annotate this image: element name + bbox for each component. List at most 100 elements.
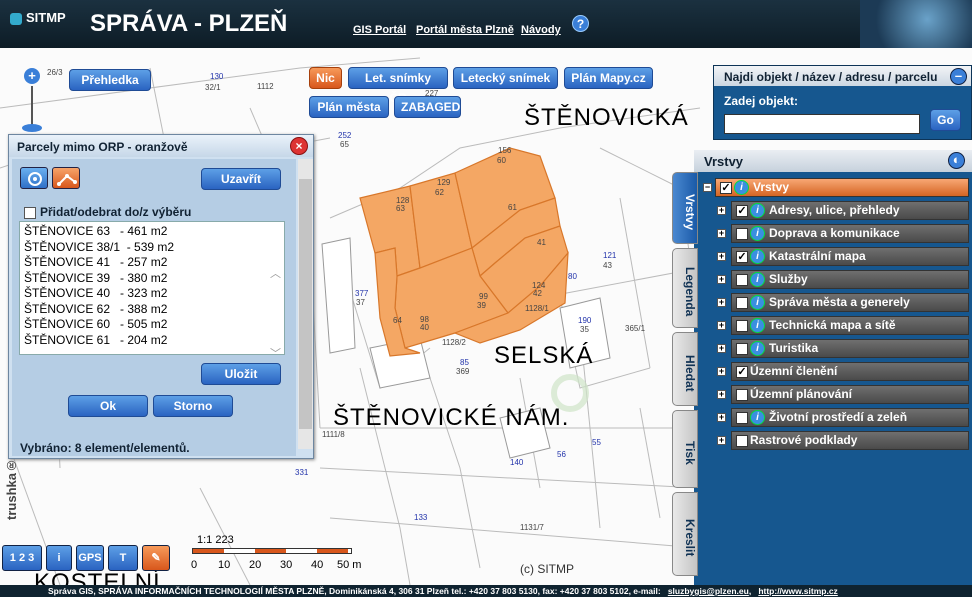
layer-item[interactable]: i Doprava a komunikace	[731, 224, 969, 243]
footer-email[interactable]: sluzbygis@plzen.eu	[668, 586, 749, 596]
search-input[interactable]	[724, 114, 920, 134]
ok-button[interactable]: Ok	[68, 395, 148, 417]
expand-icon[interactable]: +	[717, 344, 726, 353]
expand-icon[interactable]: −	[703, 183, 712, 192]
zabaged-button[interactable]: ZABAGED	[394, 96, 461, 118]
let-snimky-button[interactable]: Let. snímky ČR	[348, 67, 448, 105]
info-icon[interactable]: i	[750, 226, 765, 242]
layer-checkbox[interactable]	[736, 319, 748, 332]
text-tool-button[interactable]: T	[108, 545, 138, 571]
parcel-list[interactable]: ŠTĚNOVICE 63 - 461 m2 ŠTĚNOVICE 38/1 - 5…	[19, 221, 285, 360]
layer-label: Územní členění	[750, 364, 838, 378]
layer-item[interactable]: ✓ i Adresy, ulice, přehledy	[731, 201, 969, 220]
go-button[interactable]: Go	[930, 109, 961, 131]
info-icon[interactable]: i	[750, 295, 765, 311]
prehledka-button[interactable]: Přehledka	[69, 69, 151, 91]
layer-checkbox[interactable]: ✓	[720, 181, 732, 194]
expand-icon[interactable]: +	[717, 413, 726, 422]
list-item[interactable]: ŠTĚNOVICE 38/1 - 539 m2	[24, 240, 280, 256]
close-icon[interactable]: ×	[290, 137, 308, 155]
list-item[interactable]: ŠTĚNOVICE 63 - 461 m2	[24, 224, 280, 240]
polyline-icon[interactable]	[52, 167, 80, 189]
list-item[interactable]: ŠTĚNOVICE 60 - 505 m2	[24, 317, 280, 333]
layer-item[interactable]: i Životní prostředí a zeleň	[731, 408, 969, 427]
layer-checkbox[interactable]	[736, 273, 748, 286]
checkbox[interactable]	[24, 206, 36, 219]
layer-item[interactable]: ✓ i Vrstvy	[715, 178, 969, 197]
layer-item[interactable]: Územní plánování	[731, 385, 969, 404]
layer-item[interactable]: i Technická mapa a sítě	[731, 316, 969, 335]
info-icon[interactable]: i	[750, 318, 765, 334]
collapse-icon[interactable]: ◐	[948, 152, 965, 169]
layer-checkbox[interactable]: ✓	[736, 204, 748, 217]
link-navody[interactable]: Návody	[521, 24, 561, 36]
list-item[interactable]: ŠTĚNOVICE 39 - 380 m2	[24, 271, 280, 287]
info-button[interactable]: i	[46, 545, 72, 571]
layer-checkbox[interactable]	[736, 411, 748, 424]
storno-button[interactable]: Storno	[153, 395, 233, 417]
panel-scrollbar[interactable]	[298, 159, 313, 449]
link-gis-portal[interactable]: GIS Portál	[353, 24, 406, 36]
parcel-number: 377	[355, 289, 369, 298]
info-icon[interactable]: i	[734, 180, 749, 196]
expand-icon[interactable]: +	[717, 390, 726, 399]
layer-checkbox[interactable]	[736, 388, 748, 401]
expand-icon[interactable]: +	[717, 206, 726, 215]
tab-hledat[interactable]: Hledat	[672, 332, 698, 406]
layer-checkbox[interactable]	[736, 342, 748, 355]
plan-mapy-button[interactable]: Plán Mapy.cz	[564, 67, 653, 89]
expand-icon[interactable]: +	[717, 275, 726, 284]
scrollbar-thumb[interactable]	[299, 179, 312, 429]
info-icon[interactable]: i	[750, 272, 765, 288]
add-remove-checkbox[interactable]: Přidat/odebrat do/z výběru	[24, 205, 191, 219]
info-icon[interactable]: i	[750, 410, 765, 426]
layer-checkbox[interactable]: ✓	[736, 365, 748, 378]
layer-checkbox[interactable]	[736, 227, 748, 240]
list-item[interactable]: ŠTĚNOVICE 40 - 323 m2	[24, 286, 280, 302]
letecky-snimek-button[interactable]: Letecký snímek	[453, 67, 558, 89]
tab-kreslit[interactable]: Kreslit	[672, 492, 698, 576]
layer-checkbox[interactable]	[736, 296, 748, 309]
target-icon[interactable]	[20, 167, 48, 189]
layer-checkbox[interactable]	[736, 434, 748, 447]
layer-item[interactable]: i Turistika	[731, 339, 969, 358]
plan-mesta-button[interactable]: Plán města	[309, 96, 389, 118]
expand-icon[interactable]: +	[717, 298, 726, 307]
info-icon[interactable]: i	[750, 249, 765, 265]
draw-tool-button[interactable]: ✎	[142, 545, 170, 571]
sitmp-logo[interactable]: SITMP	[10, 10, 66, 25]
expand-icon[interactable]: +	[717, 436, 726, 445]
list-item[interactable]: ŠTĚNOVICE 61 - 204 m2	[24, 333, 280, 349]
parcel-number: 32/1	[205, 83, 221, 92]
list-item[interactable]: ŠTĚNOVICE 62 - 388 m2	[24, 302, 280, 318]
info-icon[interactable]: i	[750, 203, 765, 219]
layer-item[interactable]: Rastrové podklady	[731, 431, 969, 450]
expand-icon[interactable]: +	[717, 252, 726, 261]
minimize-icon[interactable]: –	[950, 68, 967, 85]
uzavrit-button[interactable]: Uzavřít	[201, 168, 281, 190]
layer-checkbox[interactable]: ✓	[736, 250, 748, 263]
layer-item[interactable]: i Správa města a generely	[731, 293, 969, 312]
layer-item[interactable]: ✓ Územní členění	[731, 362, 969, 381]
ulozit-button[interactable]: Uložit	[201, 363, 281, 385]
numbering-button[interactable]: 1 2 3	[2, 545, 42, 571]
zoom-slider[interactable]	[31, 86, 33, 126]
link-portal-mesta[interactable]: Portál města Plzně	[416, 24, 514, 36]
scale-tick: 20	[249, 559, 262, 571]
footer-url[interactable]: http://www.sitmp.cz	[758, 586, 838, 596]
zoom-in-button[interactable]: +	[24, 68, 40, 84]
tab-tisk[interactable]: Tisk	[672, 410, 698, 488]
tab-legenda[interactable]: Legenda	[672, 248, 698, 328]
gps-button[interactable]: GPS	[76, 545, 104, 571]
help-icon[interactable]: ?	[572, 15, 589, 32]
tab-vrstvy[interactable]: Vrstvy	[672, 172, 698, 244]
list-item[interactable]: ŠTĚNOVICE 41 - 257 m2	[24, 255, 280, 271]
expand-icon[interactable]: +	[717, 321, 726, 330]
expand-icon[interactable]: +	[717, 367, 726, 376]
expand-icon[interactable]: +	[717, 229, 726, 238]
layer-item[interactable]: ✓ i Katastrální mapa	[731, 247, 969, 266]
zoom-handle[interactable]	[22, 124, 42, 132]
info-icon[interactable]: i	[750, 341, 765, 357]
layer-item[interactable]: i Služby	[731, 270, 969, 289]
nic-button[interactable]: Nic	[309, 67, 342, 89]
